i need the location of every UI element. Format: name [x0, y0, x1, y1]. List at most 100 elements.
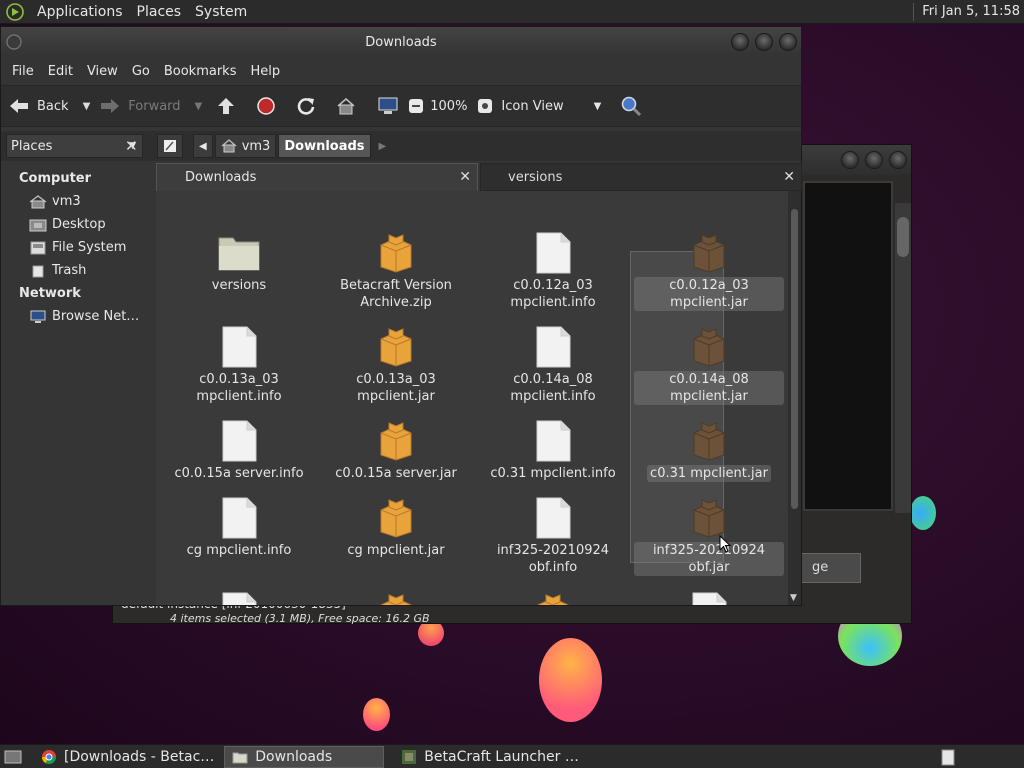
taskbar-item-downloads[interactable]: Downloads [224, 745, 385, 768]
home-icon[interactable] [334, 94, 358, 118]
file-item[interactable]: c0.0.13a_03 mpclient.info [164, 325, 314, 405]
menu-bookmarks[interactable]: Bookmarks [157, 64, 244, 79]
view-mode-select[interactable]: Icon View ▼ [501, 99, 601, 114]
close-sidebar-icon[interactable]: ✕ [125, 137, 138, 155]
distro-logo-icon[interactable] [4, 1, 26, 23]
task-label: [Downloads - Betac… [64, 748, 215, 765]
back-button[interactable]: Back [7, 94, 69, 118]
file-item[interactable]: c0.0.13a_03 mpclient.jar [321, 325, 471, 405]
sidebar-item-vm3[interactable]: vm3 [1, 190, 151, 213]
maximize-button[interactable] [755, 33, 773, 51]
file-item[interactable]: c0.0.12a_03 mpclient.jar [634, 231, 784, 311]
trash-applet-icon[interactable] [938, 747, 958, 767]
edit-icon [164, 140, 176, 152]
minimize-button[interactable] [841, 151, 859, 169]
menu-go[interactable]: Go [125, 64, 157, 79]
sidebar-item-label: Trash [52, 263, 87, 278]
launcher-button[interactable]: ge [801, 553, 861, 583]
status-bar: 4 items selected (3.1 MB), Free space: 1… [170, 612, 430, 625]
forward-button[interactable]: Forward [98, 94, 181, 118]
applications-menu[interactable]: Applications [30, 4, 130, 20]
scrollbar-thumb[interactable] [791, 209, 798, 509]
file-item[interactable] [478, 591, 628, 605]
up-arrow-icon[interactable] [214, 94, 238, 118]
clock[interactable]: Fri Jan 5, 11:58 [922, 4, 1024, 19]
file-item[interactable] [321, 591, 471, 605]
sidebar-item-label: Desktop [52, 217, 106, 232]
path-button-vm3[interactable]: vm3 [214, 134, 277, 158]
document-icon [687, 591, 731, 605]
document-icon [531, 325, 575, 369]
document-icon [217, 325, 261, 369]
sidebar-type-select[interactable]: Places ▼ [6, 134, 143, 158]
file-item[interactable] [634, 591, 784, 605]
file-item[interactable]: c0.31 mpclient.jar [634, 419, 784, 482]
zoom-out-icon[interactable] [404, 94, 428, 118]
file-item[interactable]: inf325-20210924 obf.info [478, 496, 628, 576]
file-icon-view[interactable]: versions Betacraft Version Archive.zip c0.… [156, 191, 788, 605]
taskbar-item-browser[interactable]: [Downloads - Betac… [34, 746, 220, 768]
forward-history-dropdown[interactable]: ▼ [195, 101, 203, 112]
path-scroll-left-button[interactable]: ◀ [193, 134, 213, 158]
file-item[interactable]: cg mpclient.jar [321, 496, 471, 559]
view-mode-label: Icon View [501, 98, 564, 114]
file-item[interactable]: cg mpclient.info [164, 496, 314, 559]
sidebar-item-browse-network[interactable]: Browse Net… [1, 305, 151, 328]
toggle-location-entry-button[interactable] [157, 134, 183, 158]
file-item[interactable]: c0.31 mpclient.info [478, 419, 628, 482]
tab-versions[interactable]: versions ✕ [480, 163, 802, 191]
stop-icon[interactable] [254, 94, 278, 118]
scroll-down-arrow[interactable]: ▼ [790, 593, 797, 603]
computer-icon[interactable] [376, 94, 400, 118]
minimize-button[interactable] [731, 33, 749, 51]
back-arrow-icon [7, 94, 31, 118]
file-item[interactable]: c0.0.15a server.jar [321, 419, 471, 482]
file-item[interactable]: c0.0.12a_03 mpclient.info [478, 231, 628, 311]
package-icon [374, 591, 418, 605]
file-item[interactable]: c0.0.15a server.info [164, 419, 314, 482]
file-item[interactable]: versions [164, 231, 314, 294]
file-item[interactable] [164, 591, 314, 605]
launcher-scrollbar[interactable] [895, 203, 911, 513]
breadcrumb: ◀ vm3 Downloads ▶ [157, 134, 386, 158]
file-name-label: c0.31 mpclient.info [490, 466, 616, 481]
close-tab-icon[interactable]: ✕ [783, 169, 795, 185]
sidebar-item-trash[interactable]: Trash [1, 259, 151, 282]
home-folder-icon [221, 139, 237, 153]
close-tab-icon[interactable]: ✕ [459, 169, 471, 185]
reload-icon[interactable] [294, 94, 318, 118]
close-button[interactable] [779, 33, 797, 51]
sidebar-item-desktop[interactable]: Desktop [1, 213, 151, 236]
zoom-in-icon[interactable] [473, 94, 497, 118]
file-item[interactable]: inf325-20210924 obf.jar [634, 496, 784, 576]
close-button[interactable] [889, 151, 907, 169]
menu-file[interactable]: File [5, 64, 41, 79]
system-menu[interactable]: System [188, 4, 254, 20]
back-history-dropdown[interactable]: ▼ [83, 101, 91, 112]
task-label: BetaCraft Launcher … [424, 748, 579, 765]
launcher-app-icon [400, 748, 418, 766]
path-button-downloads[interactable]: Downloads [278, 134, 371, 158]
places-menu[interactable]: Places [130, 4, 189, 20]
search-icon[interactable] [619, 94, 643, 118]
file-item[interactable]: c0.0.14a_08 mpclient.jar [634, 325, 784, 405]
icon-view-scrollbar[interactable]: ▼ [788, 191, 801, 605]
menu-edit[interactable]: Edit [41, 64, 80, 79]
maximize-button[interactable] [865, 151, 883, 169]
package-icon [374, 325, 418, 369]
tab-downloads[interactable]: Downloads ✕ [156, 163, 478, 191]
window-titlebar[interactable]: Downloads [1, 27, 801, 57]
path-scroll-right-button[interactable]: ▶ [379, 141, 387, 152]
file-manager-window: Downloads File Edit View Go Bookmarks He… [0, 26, 802, 625]
taskbar-item-launcher[interactable]: BetaCraft Launcher … [394, 746, 585, 768]
menu-help[interactable]: Help [243, 64, 287, 79]
show-desktop-icon[interactable] [2, 748, 24, 766]
sidebar-heading-computer: Computer [19, 171, 92, 186]
top-panel: Applications Places System Fri Jan 5, 11… [0, 0, 1024, 24]
file-item[interactable]: Betacraft Version Archive.zip [321, 231, 471, 311]
window-menu-icon[interactable] [5, 33, 23, 51]
menubar: File Edit View Go Bookmarks Help [1, 57, 801, 85]
sidebar-item-file-system[interactable]: File System [1, 236, 151, 259]
menu-view[interactable]: View [80, 64, 125, 79]
file-item[interactable]: c0.0.14a_08 mpclient.info [478, 325, 628, 405]
